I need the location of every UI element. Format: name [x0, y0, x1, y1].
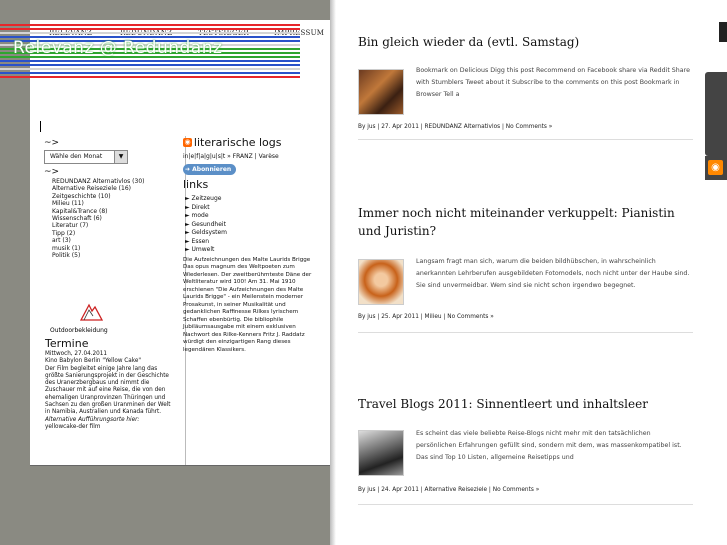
post-3: Travel Blogs 2011: Sinnentleert und inha…: [358, 395, 693, 505]
categories-arrow: ~>: [44, 167, 60, 177]
category-item[interactable]: Zeitgeschichte (10): [52, 193, 184, 200]
malte-line: legendären Klassikers.: [183, 346, 246, 353]
category-item[interactable]: Literatur (7): [52, 222, 184, 229]
termine-line: ehemaligen Uranprovinzen Thüringen und: [45, 394, 166, 401]
termine-alt-link[interactable]: Alternative Aufführungsorte hier:: [45, 417, 185, 424]
termine-line: Sachsen zu den großen Uranminen der Welt: [45, 402, 171, 409]
category-item[interactable]: Wissenschaft (6): [52, 215, 184, 222]
termine-heading: Termine: [45, 337, 89, 350]
post-excerpt: Langsam fragt man sich, warum die beiden…: [416, 258, 690, 289]
header-stripe: [0, 24, 300, 26]
post-meta: By jus | 24. Apr 2011 | Alternative Reis…: [358, 487, 540, 493]
post-divider: [358, 332, 693, 333]
post-1: Bin gleich wieder da (evtl. Samstag) Boo…: [358, 33, 693, 140]
month-select-label: Wähle den Monat: [50, 153, 103, 160]
month-select[interactable]: Wähle den Monat ▼: [44, 150, 128, 164]
termine-line: Kino Babylon Berlin "Yellow Cake": [45, 358, 141, 365]
link-item[interactable]: ► Gesundheit: [185, 221, 329, 230]
links-heading: links: [183, 178, 209, 191]
post-divider: [358, 504, 693, 505]
site-title[interactable]: Relevanz @ Redundanz: [13, 38, 222, 58]
link-item[interactable]: ► mode: [185, 212, 329, 221]
archive-arrow: ~>: [44, 138, 60, 148]
post-divider: [358, 139, 693, 140]
header-stripe: [0, 32, 300, 34]
link-item[interactable]: ► Direkt: [185, 204, 329, 213]
subscribe-button[interactable]: ➜ Abonnieren: [183, 164, 237, 175]
text-cursor: [40, 121, 41, 132]
malte-line: Weltliteratur wird 100! Am 31. Mai 1910: [183, 279, 296, 285]
sidebar-right: ◉ literarische logs in|e|f|a|g|u|s|t » F…: [183, 136, 329, 354]
link-item[interactable]: ► Geldsystem: [185, 229, 329, 238]
category-item[interactable]: REDUNDANZ Alternativlos (30): [52, 178, 184, 185]
termine-line: größte Sanierungsprojekt in der Geschich…: [45, 372, 169, 379]
malte-line: Das opus magnum des Weltpoeten zum: [183, 264, 295, 270]
category-item[interactable]: musik (1): [52, 245, 184, 252]
termine-line: Mittwoch, 27.04.2011: [45, 351, 107, 357]
malte-line: gedanklichen Raffinesse Rilkes lyrischem: [183, 309, 299, 315]
chevron-down-icon[interactable]: ▼: [114, 151, 127, 163]
termine-line: in Namibia, Australien und Kanada führt.: [45, 409, 162, 416]
header-stripe: [0, 28, 300, 30]
follow-button[interactable]: ◄follow: [705, 72, 727, 156]
malte-line: Laurids Brigge" - ein Meilenstein modern…: [183, 294, 304, 300]
subscribe-label: Abonnieren: [192, 166, 232, 173]
post-excerpt: Bookmark on Delicious Digg this post Rec…: [416, 67, 690, 98]
malte-line: Jubiläumsausgabe mit einem exklusiven: [183, 324, 296, 330]
termine-last[interactable]: yellowcake-der film: [45, 424, 185, 431]
post-meta: By jus | 27. Apr 2011 | REDUNDANZ Altern…: [358, 124, 553, 130]
link-item[interactable]: ► Essen: [185, 238, 329, 247]
malte-line: Nachwort des Rilke-Kenners Fritz J. Radd…: [183, 331, 305, 338]
termine-text: Mittwoch, 27.04.2011 Kino Babylon Berlin…: [45, 351, 185, 431]
link-item[interactable]: ► Umwelt: [185, 246, 329, 255]
outdoor-link[interactable]: Outdoorbekleidung: [50, 327, 108, 334]
links-list: ► Zeitzeuge ► Direkt ► mode ► Gesundheit…: [185, 195, 329, 255]
post-thumbnail[interactable]: [358, 259, 404, 305]
post-thumbnail[interactable]: [358, 430, 404, 476]
header-stripe: [0, 68, 300, 70]
header-stripe: [0, 76, 300, 78]
termine-line: Zuschauer mit auf eine Reise, die von de…: [45, 387, 166, 394]
category-item[interactable]: art (3): [52, 237, 184, 244]
category-item[interactable]: Tipp (2): [52, 230, 184, 237]
follow-rss[interactable]: ◉: [705, 156, 727, 180]
category-list: REDUNDANZ Alternativlos (30) Alternative…: [52, 178, 184, 259]
month-tabs[interactable]: in|e|f|a|g|u|s|t » FRANZ | Varèse: [183, 153, 329, 160]
malte-line: Die Aufzeichnungen des Malte Laurids Bri…: [183, 256, 311, 263]
malte-line: erschienen "Die Aufzeichnungen des Malte: [183, 286, 304, 293]
post-excerpt: Es scheint das viele beliebte Reise-Blog…: [416, 430, 682, 461]
literarische-heading: literarische logs: [193, 136, 282, 149]
rss-icon[interactable]: ◉: [183, 138, 192, 147]
post-title[interactable]: Travel Blogs 2011: Sinnentleert und inha…: [358, 395, 693, 413]
termine-line: des Uranerzbergbaus und nimmt die: [45, 380, 150, 387]
malte-text: Die Aufzeichnungen des Malte Laurids Bri…: [183, 257, 329, 355]
post-title[interactable]: Bin gleich wieder da (evtl. Samstag): [358, 33, 693, 51]
post-2: Immer noch nicht miteinander verkuppelt:…: [358, 204, 693, 333]
header-stripe: [0, 64, 300, 66]
left-page: RELEVANZ REDUNDANZ TESTSIEGER IMPRESSUM …: [30, 20, 331, 466]
category-item[interactable]: Politik (5): [52, 252, 184, 259]
termine-line: Der Film begleitet einige Jahre lang das: [45, 365, 158, 372]
header-stripe: [0, 72, 300, 74]
post-meta: By jus | 25. Apr 2011 | Milieu | No Comm…: [358, 314, 494, 320]
page-shadow: [330, 0, 336, 545]
left-column: ~> Wähle den Monat ▼ ~> REDUNDANZ Altern…: [44, 138, 184, 259]
malte-line: Schaffen ebenbürtig. Die bibliophile: [183, 316, 284, 323]
post-thumbnail[interactable]: [358, 69, 404, 115]
link-item[interactable]: ► Zeitzeuge: [185, 195, 329, 204]
post-title[interactable]: Immer noch nicht miteinander verkuppelt:…: [358, 204, 693, 240]
malte-line: Prosakunst, in seiner Musikalität und: [183, 301, 286, 308]
category-item[interactable]: Alternative Reiseziele (16): [52, 185, 184, 192]
category-item[interactable]: Milieu (11): [52, 200, 184, 207]
category-item[interactable]: Kapital&Trance (8): [52, 208, 184, 215]
malte-line: würdigt den einzigartigen Rang dieses: [183, 339, 291, 345]
scrollbar[interactable]: [719, 22, 727, 42]
header-stripe: [0, 60, 300, 62]
outdoor-logo-icon[interactable]: [78, 302, 104, 322]
malte-line: Wiederlesen. Der zweitberühmteste Däne d…: [183, 271, 312, 278]
rss-icon: ◉: [708, 160, 723, 175]
right-page: Bin gleich wieder da (evtl. Samstag) Boo…: [330, 0, 727, 545]
